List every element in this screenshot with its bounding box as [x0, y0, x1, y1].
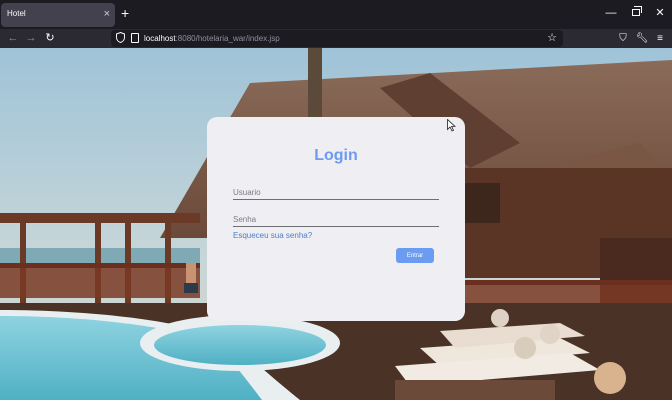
- url-bar[interactable]: localhost:8080/hotelaria_war/index.jsp ☆: [111, 30, 563, 47]
- forward-arrow-icon[interactable]: →: [24, 31, 38, 46]
- restore-icon[interactable]: [629, 6, 643, 16]
- star-icon[interactable]: ☆: [547, 31, 557, 45]
- pocket-icon[interactable]: ⛉: [616, 31, 630, 46]
- menu-icon[interactable]: ≡: [653, 31, 667, 46]
- back-arrow-icon[interactable]: ←: [6, 31, 20, 46]
- page-icon: [131, 33, 139, 43]
- tab-close-icon[interactable]: ×: [104, 7, 110, 21]
- reload-icon[interactable]: ↻: [43, 31, 57, 46]
- shield-icon[interactable]: [116, 32, 125, 43]
- username-input[interactable]: [233, 185, 439, 200]
- login-submit-button[interactable]: Entrar: [396, 248, 434, 263]
- password-input[interactable]: [233, 212, 439, 227]
- mouse-cursor-icon: [447, 119, 456, 132]
- nav-toolbar: ← → ↻ localhost:8080/hotelaria_war/index…: [0, 29, 672, 48]
- browser-tab[interactable]: Hotel ×: [1, 3, 115, 27]
- tab-title: Hotel: [7, 9, 26, 18]
- wrench-icon[interactable]: 🔧︎: [635, 31, 649, 46]
- login-title: Login: [314, 147, 358, 164]
- new-tab-icon[interactable]: +: [121, 6, 129, 20]
- tab-strip: Hotel × + — ✕: [0, 0, 672, 29]
- url-text[interactable]: localhost:8080/hotelaria_war/index.jsp: [144, 34, 280, 43]
- close-window-icon[interactable]: ✕: [653, 7, 667, 19]
- login-card: Login Esqueceu sua senha? Entrar: [207, 117, 465, 321]
- minimize-icon[interactable]: —: [604, 7, 618, 19]
- page-background: Login Esqueceu sua senha? Entrar: [0, 48, 672, 400]
- forgot-password-link[interactable]: Esqueceu sua senha?: [233, 231, 312, 240]
- url-path: :8080/hotelaria_war/index.jsp: [175, 34, 280, 43]
- url-host: localhost: [144, 34, 176, 43]
